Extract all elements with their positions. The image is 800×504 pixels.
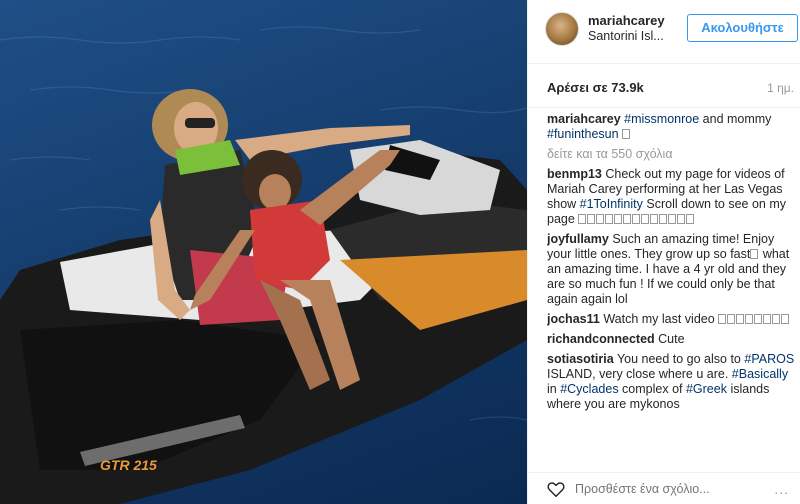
hashtag-link[interactable]: #PAROS — [744, 352, 794, 366]
emoji-glyph — [736, 314, 745, 324]
comment-text: ISLAND, very close where u are. — [547, 367, 732, 381]
header-location[interactable]: Santorini Isl... — [588, 29, 664, 43]
emoji-glyph — [587, 214, 596, 224]
comments-list[interactable]: mariahcarey #missmonroe and mommy #funin… — [547, 112, 799, 462]
comment-text: complex of — [618, 382, 686, 396]
emoji-glyph — [781, 314, 790, 324]
hashtag-link[interactable]: #Basically — [732, 367, 788, 381]
post-photo[interactable]: GTR 215 — [0, 0, 527, 504]
caption-text: and mommy — [699, 112, 772, 126]
hashtag-link[interactable]: #Cyclades — [560, 382, 618, 396]
comment-text: Watch my last video — [603, 312, 719, 326]
emoji-glyph — [677, 214, 686, 224]
emoji-glyph — [578, 214, 587, 224]
heart-icon[interactable] — [547, 481, 565, 500]
emoji-glyph — [772, 314, 781, 324]
emoji-glyph — [632, 214, 641, 224]
more-options-icon[interactable]: ... — [774, 481, 789, 497]
avatar[interactable] — [545, 12, 579, 46]
emoji-glyph — [727, 314, 736, 324]
emoji-glyph — [754, 314, 763, 324]
post-sidebar: mariahcarey Santorini Isl... Ακολουθήστε… — [527, 0, 800, 504]
comment-username[interactable]: joyfullamy — [547, 232, 609, 246]
comment-item: sotiasotiria You need to go also to #PAR… — [547, 352, 799, 412]
emoji-glyph — [745, 314, 754, 324]
add-comment-input[interactable] — [575, 479, 725, 499]
comment-username[interactable]: benmp13 — [547, 167, 602, 181]
hashtag-link[interactable]: #funinthesun — [547, 127, 619, 141]
comment-item: jochas11 Watch my last video — [547, 312, 799, 327]
emoji-glyph — [668, 214, 677, 224]
comment-text: Cute — [658, 332, 685, 346]
photo-scene: GTR 215 — [0, 26, 527, 504]
caption: mariahcarey #missmonroe and mommy #funin… — [547, 112, 799, 142]
comment-item: benmp13 Check out my page for videos of … — [547, 167, 799, 227]
emoji-glyph — [596, 214, 605, 224]
emoji-glyph — [605, 214, 614, 224]
emoji-glyph — [659, 214, 668, 224]
comment-username[interactable]: sotiasotiria — [547, 352, 614, 366]
emoji-glyph — [614, 214, 623, 224]
comment-item: richandconnected Cute — [547, 332, 799, 347]
add-comment-bar: ... — [528, 472, 800, 504]
emoji-glyph — [623, 214, 632, 224]
jetski-brand-text: GTR 215 — [100, 457, 157, 473]
post-header: mariahcarey Santorini Isl... Ακολουθήστε — [528, 0, 800, 64]
emoji-glyph — [650, 214, 659, 224]
comment-username[interactable]: richandconnected — [547, 332, 655, 346]
emoji-glyph — [718, 314, 727, 324]
emoji-glyph — [622, 129, 631, 139]
hashtag-link[interactable]: #missmonroe — [624, 112, 699, 126]
header-username[interactable]: mariahcarey — [588, 13, 665, 28]
comment-item: joyfullamy Such an amazing time! Enjoy y… — [547, 232, 799, 307]
emoji-glyph — [763, 314, 772, 324]
comment-username[interactable]: jochas11 — [547, 312, 600, 326]
emoji-glyph — [641, 214, 650, 224]
follow-button[interactable]: Ακολουθήστε — [687, 14, 798, 42]
hashtag-link[interactable]: #1ToInfinity — [580, 197, 643, 211]
hashtag-link[interactable]: #Greek — [686, 382, 727, 396]
emoji-glyph — [686, 214, 695, 224]
caption-username[interactable]: mariahcarey — [547, 112, 621, 126]
comment-text: You need to go also to — [616, 352, 745, 366]
likes-row: Αρέσει σε 73.9k 1 ημ. — [528, 64, 800, 108]
emoji-glyph — [750, 249, 759, 259]
likes-count[interactable]: Αρέσει σε 73.9k — [547, 80, 644, 95]
comment-text: in — [547, 382, 561, 396]
post-time[interactable]: 1 ημ. — [767, 81, 794, 95]
view-all-comments-link[interactable]: δείτε και τα 550 σχόλια — [547, 147, 799, 162]
